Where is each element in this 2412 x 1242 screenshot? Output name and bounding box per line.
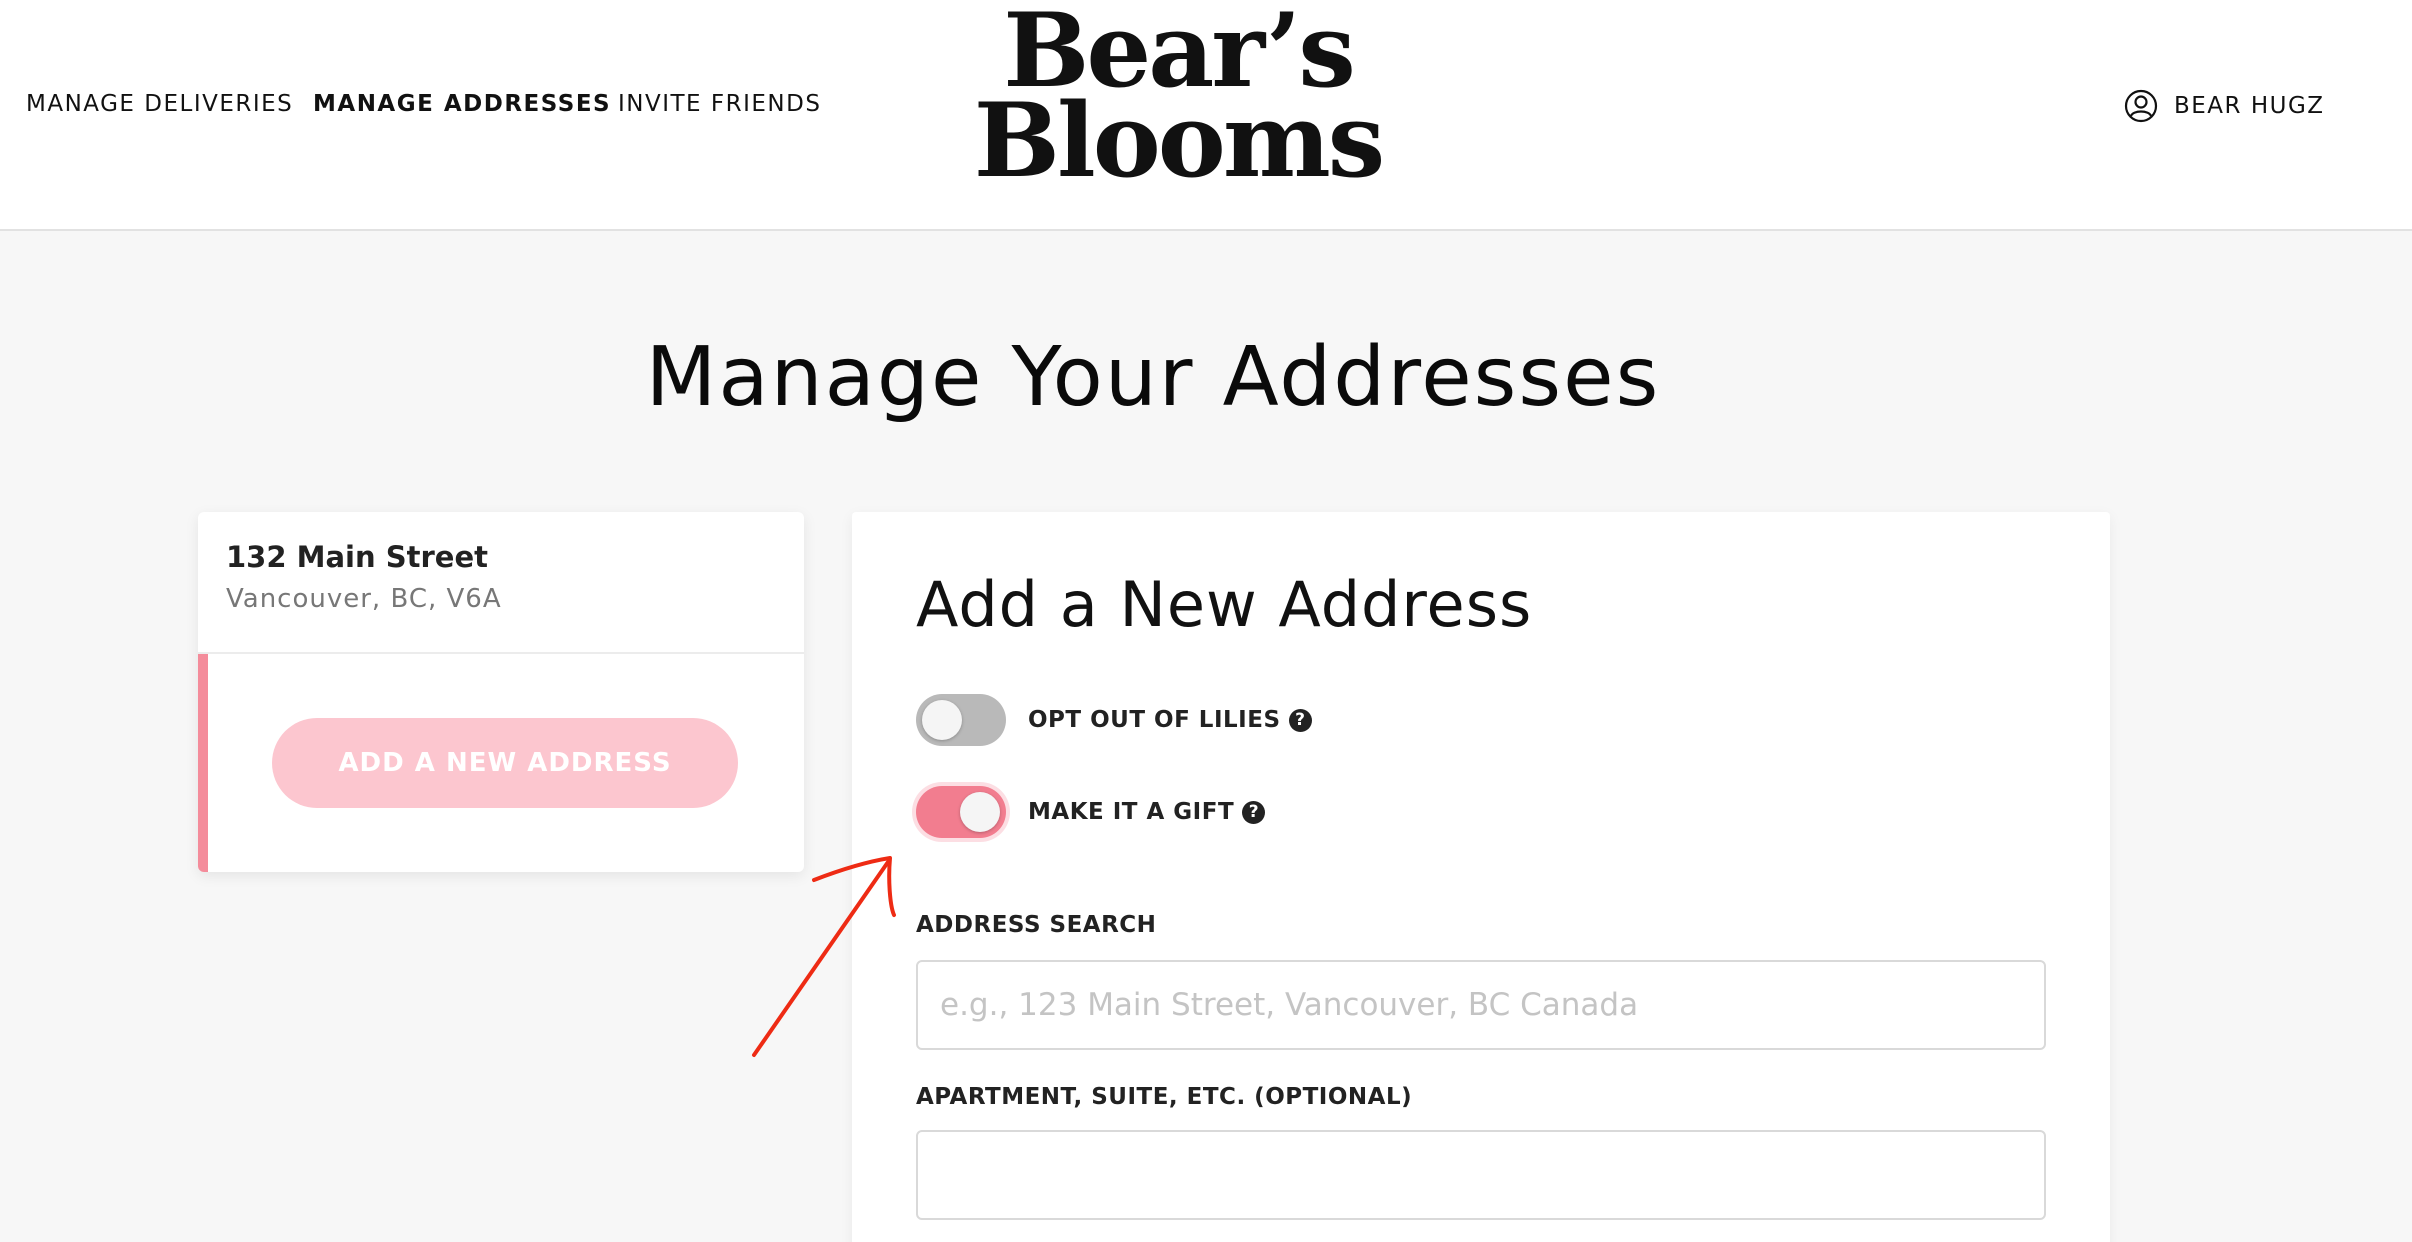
question-circle-icon[interactable]: ? bbox=[1288, 708, 1312, 732]
address-street: 132 Main Street bbox=[226, 540, 488, 574]
active-indicator-bar bbox=[198, 654, 208, 872]
account-name: BEAR HUGZ bbox=[2174, 93, 2325, 119]
toggle-knob bbox=[922, 700, 962, 740]
opt-out-lilies-row: OPT OUT OF LILIES ? bbox=[916, 694, 1312, 746]
account-menu[interactable]: BEAR HUGZ bbox=[2124, 89, 2325, 123]
page-title: Manage Your Addresses bbox=[645, 330, 1661, 425]
opt-out-lilies-toggle[interactable] bbox=[916, 694, 1006, 746]
nav-manage-deliveries[interactable]: MANAGE DELIVERIES bbox=[26, 91, 293, 117]
logo-line-2: Blooms bbox=[973, 80, 1385, 201]
address-search-label: ADDRESS SEARCH bbox=[916, 912, 1157, 938]
apartment-label: APARTMENT, SUITE, ETC. (OPTIONAL) bbox=[916, 1084, 1413, 1110]
address-city: Vancouver, BC, V6A bbox=[226, 584, 502, 614]
apartment-input[interactable] bbox=[916, 1130, 2046, 1220]
address-search-input[interactable] bbox=[916, 960, 2046, 1050]
make-it-a-gift-label: MAKE IT A GIFT bbox=[1028, 799, 1235, 825]
add-new-address-button[interactable]: ADD A NEW ADDRESS bbox=[272, 718, 738, 808]
make-it-a-gift-toggle[interactable] bbox=[916, 786, 1006, 838]
opt-out-lilies-label: OPT OUT OF LILIES bbox=[1028, 707, 1281, 733]
user-circle-icon bbox=[2124, 89, 2158, 123]
make-it-a-gift-row: MAKE IT A GIFT ? bbox=[916, 786, 1266, 838]
site-header: MANAGE DELIVERIES MANAGE ADDRESSES INVIT… bbox=[0, 0, 2412, 231]
address-list-item[interactable]: 132 Main Street Vancouver, BC, V6A bbox=[198, 512, 804, 654]
nav-manage-addresses[interactable]: MANAGE ADDRESSES bbox=[313, 91, 611, 117]
question-circle-icon[interactable]: ? bbox=[1242, 800, 1266, 824]
brand-logo[interactable]: Bear’s Blooms bbox=[938, 0, 1418, 201]
toggle-knob bbox=[960, 792, 1000, 832]
nav-invite-friends[interactable]: INVITE FRIENDS bbox=[618, 91, 821, 117]
form-title: Add a New Address bbox=[916, 568, 1533, 641]
address-list-card: 132 Main Street Vancouver, BC, V6A ADD A… bbox=[198, 512, 804, 872]
add-address-form: Add a New Address OPT OUT OF LILIES ? MA… bbox=[852, 512, 2110, 1242]
